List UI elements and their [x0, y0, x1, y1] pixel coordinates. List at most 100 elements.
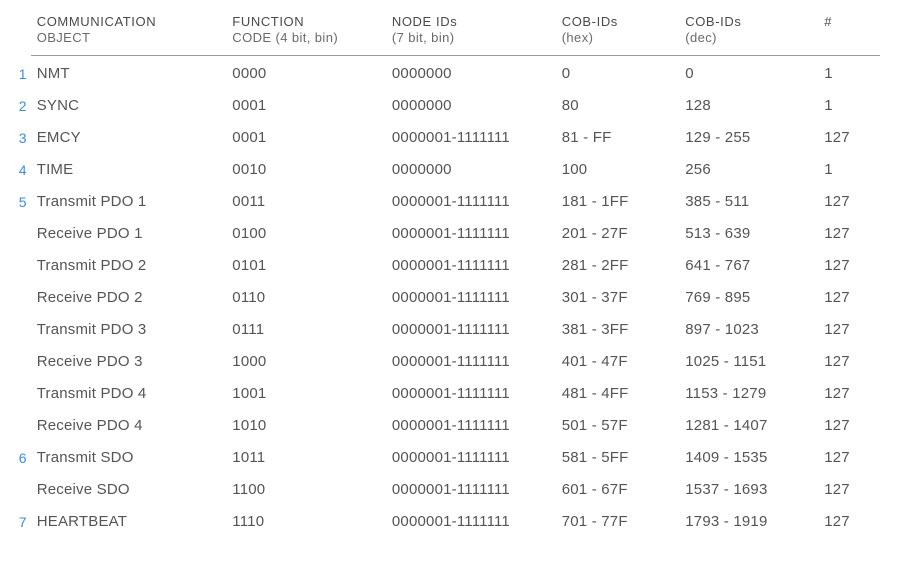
cell-node-ids: 0000001-1111111 [386, 314, 556, 346]
table-row: Receive PDO 410100000001-1111111501 - 57… [6, 410, 880, 442]
row-number-cell [6, 378, 31, 410]
col-header-num [6, 10, 31, 55]
cell-node-ids: 0000001-1111111 [386, 282, 556, 314]
cell-communication-object: NMT [31, 58, 227, 90]
cell-count: 1 [818, 58, 880, 90]
cell-cob-hex: 100 [556, 154, 680, 186]
cell-function-code: 1100 [226, 474, 386, 506]
cell-cob-hex: 401 - 47F [556, 346, 680, 378]
row-number-cell: 6 [6, 442, 31, 474]
cell-communication-object: Transmit PDO 3 [31, 314, 227, 346]
cell-cob-dec: 128 [679, 90, 818, 122]
table-row: 5Transmit PDO 100110000001-1111111181 - … [6, 186, 880, 218]
cell-cob-dec: 1409 - 1535 [679, 442, 818, 474]
col-header-sub: (hex) [562, 30, 674, 46]
cell-communication-object: Transmit SDO [31, 442, 227, 474]
cell-node-ids: 0000001-1111111 [386, 410, 556, 442]
cell-function-code: 0000 [226, 58, 386, 90]
cell-communication-object: Receive PDO 1 [31, 218, 227, 250]
table-row: 6Transmit SDO10110000001-1111111581 - 5F… [6, 442, 880, 474]
cell-count: 1 [818, 154, 880, 186]
cell-cob-dec: 513 - 639 [679, 218, 818, 250]
table-row: Receive PDO 201100000001-1111111301 - 37… [6, 282, 880, 314]
col-header-top: NODE IDs [392, 14, 550, 30]
cob-id-table: COMMUNICATION OBJECT FUNCTION CODE (4 bi… [6, 10, 880, 538]
cell-node-ids: 0000001-1111111 [386, 218, 556, 250]
cell-function-code: 1001 [226, 378, 386, 410]
row-number-cell: 3 [6, 122, 31, 154]
cell-count: 127 [818, 346, 880, 378]
cell-node-ids: 0000001-1111111 [386, 442, 556, 474]
cell-count: 127 [818, 378, 880, 410]
cell-count: 127 [818, 282, 880, 314]
col-header-top: FUNCTION [232, 14, 380, 30]
table-row: Transmit PDO 410010000001-1111111481 - 4… [6, 378, 880, 410]
col-header-communication-object: COMMUNICATION OBJECT [31, 10, 227, 55]
cell-function-code: 0010 [226, 154, 386, 186]
cell-node-ids: 0000001-1111111 [386, 250, 556, 282]
cell-function-code: 0101 [226, 250, 386, 282]
cell-count: 127 [818, 314, 880, 346]
cell-count: 127 [818, 474, 880, 506]
cell-function-code: 0111 [226, 314, 386, 346]
cell-cob-hex: 581 - 5FF [556, 442, 680, 474]
cell-function-code: 0011 [226, 186, 386, 218]
row-number-cell [6, 346, 31, 378]
cell-cob-hex: 481 - 4FF [556, 378, 680, 410]
col-header-sub: (dec) [685, 30, 812, 46]
table-row: 4TIME001000000001002561 [6, 154, 880, 186]
col-header-top: COB-IDs [562, 14, 674, 30]
row-number-cell: 4 [6, 154, 31, 186]
cell-count: 1 [818, 90, 880, 122]
table-row: Receive PDO 101000000001-1111111201 - 27… [6, 218, 880, 250]
col-header-function-code: FUNCTION CODE (4 bit, bin) [226, 10, 386, 55]
cell-cob-hex: 80 [556, 90, 680, 122]
cell-cob-hex: 381 - 3FF [556, 314, 680, 346]
table-row: Receive PDO 310000000001-1111111401 - 47… [6, 346, 880, 378]
col-header-top: # [824, 14, 874, 30]
table-row: Transmit PDO 301110000001-1111111381 - 3… [6, 314, 880, 346]
col-header-sub: OBJECT [37, 30, 221, 46]
cell-communication-object: Receive SDO [31, 474, 227, 506]
cell-cob-dec: 0 [679, 58, 818, 90]
cell-cob-hex: 281 - 2FF [556, 250, 680, 282]
row-number-cell [6, 218, 31, 250]
cell-node-ids: 0000001-1111111 [386, 122, 556, 154]
cell-function-code: 0110 [226, 282, 386, 314]
col-header-top: COB-IDs [685, 14, 812, 30]
cob-id-table-container: COMMUNICATION OBJECT FUNCTION CODE (4 bi… [0, 0, 900, 580]
table-row: Receive SDO11000000001-1111111601 - 67F1… [6, 474, 880, 506]
cell-count: 127 [818, 442, 880, 474]
cell-cob-dec: 1537 - 1693 [679, 474, 818, 506]
cell-cob-dec: 1793 - 1919 [679, 506, 818, 538]
row-number-cell: 1 [6, 58, 31, 90]
cell-count: 127 [818, 410, 880, 442]
cell-count: 127 [818, 506, 880, 538]
col-header-count: # [818, 10, 880, 55]
cell-communication-object: Receive PDO 4 [31, 410, 227, 442]
cell-node-ids: 0000001-1111111 [386, 186, 556, 218]
cell-communication-object: Receive PDO 3 [31, 346, 227, 378]
cell-function-code: 1010 [226, 410, 386, 442]
cell-communication-object: TIME [31, 154, 227, 186]
cell-node-ids: 0000001-1111111 [386, 378, 556, 410]
col-header-node-ids: NODE IDs (7 bit, bin) [386, 10, 556, 55]
cell-function-code: 1110 [226, 506, 386, 538]
cell-node-ids: 0000001-1111111 [386, 346, 556, 378]
cell-node-ids: 0000001-1111111 [386, 506, 556, 538]
row-number-cell: 7 [6, 506, 31, 538]
cell-cob-dec: 1025 - 1151 [679, 346, 818, 378]
cell-function-code: 0100 [226, 218, 386, 250]
col-header-sub: (7 bit, bin) [392, 30, 550, 46]
cell-cob-dec: 256 [679, 154, 818, 186]
cell-cob-hex: 201 - 27F [556, 218, 680, 250]
cell-communication-object: HEARTBEAT [31, 506, 227, 538]
col-header-cob-hex: COB-IDs (hex) [556, 10, 680, 55]
row-number-cell [6, 282, 31, 314]
cell-function-code: 0001 [226, 90, 386, 122]
table-row: 1NMT00000000000001 [6, 58, 880, 90]
cell-node-ids: 0000000 [386, 154, 556, 186]
cell-cob-dec: 769 - 895 [679, 282, 818, 314]
cell-count: 127 [818, 218, 880, 250]
cell-communication-object: Transmit PDO 4 [31, 378, 227, 410]
